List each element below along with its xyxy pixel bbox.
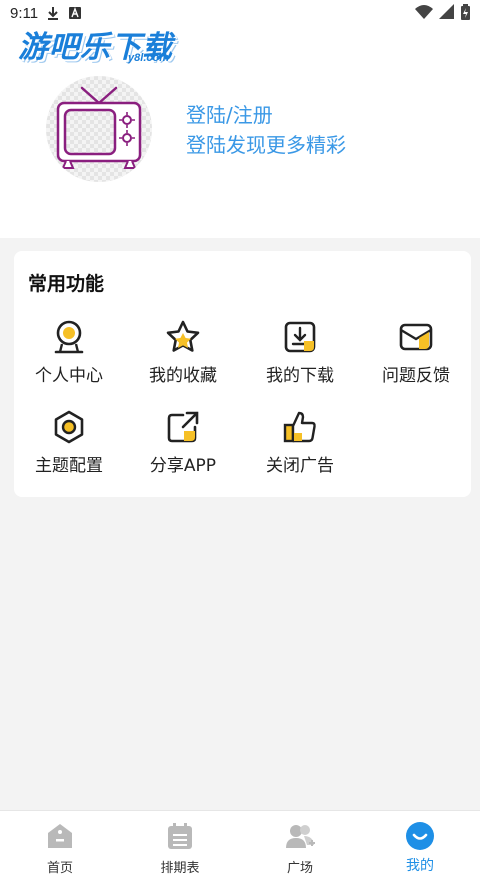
func-label: 分享APP: [149, 456, 217, 476]
func-label: 个人中心: [35, 366, 103, 386]
func-label: 关闭广告: [266, 456, 334, 476]
func-share-app[interactable]: 分享APP: [128, 409, 238, 479]
signal-icon: [439, 4, 455, 24]
func-label: 我的下载: [266, 366, 334, 386]
login-block: 登陆/注册 登陆发现更多精彩: [186, 100, 346, 160]
status-time: 9:11: [10, 4, 39, 22]
nav-label: 广场: [286, 861, 313, 876]
status-right: [415, 4, 470, 24]
profile-smile-icon: [406, 822, 434, 850]
login-tagline[interactable]: 登陆发现更多精彩: [186, 130, 346, 160]
hexagon-theme-icon: [54, 410, 84, 444]
func-feedback[interactable]: 问题反馈: [361, 319, 471, 389]
nav-mine[interactable]: 我的: [360, 811, 480, 879]
user-circle-icon: [54, 320, 84, 354]
func-label: 主题配置: [35, 456, 103, 476]
home-icon: [48, 824, 72, 848]
wifi-icon: [415, 4, 433, 24]
func-label: 问题反馈: [382, 366, 450, 386]
share-icon: [167, 411, 199, 443]
functions-title: 常用功能: [28, 273, 105, 295]
nav-schedule[interactable]: 排期表: [120, 811, 240, 879]
func-theme-config[interactable]: 主题配置: [14, 409, 124, 479]
mail-icon: [399, 323, 433, 351]
battery-icon: [461, 4, 470, 24]
star-icon: [166, 320, 200, 352]
login-register-link[interactable]: 登陆/注册: [186, 100, 346, 130]
functions-card: 常用功能 个人中心 我的收藏 我的下载 问题反馈 主题配置 分享APP 关闭广告: [14, 251, 471, 497]
app-logo: 游吧乐下载 y8l.com: [18, 22, 173, 66]
thumbs-up-icon: [283, 411, 316, 443]
nav-square[interactable]: 广场: [240, 811, 360, 879]
users-icon: [286, 825, 315, 848]
nav-home[interactable]: 首页: [0, 811, 120, 879]
calendar-icon: [168, 823, 192, 849]
func-my-favorites[interactable]: 我的收藏: [128, 319, 238, 389]
nav-label: 首页: [46, 861, 73, 876]
logo-subtext: y8l.com: [128, 52, 169, 64]
nav-label: 排期表: [160, 861, 200, 876]
bottom-nav: 首页 排期表 广场 我的: [0, 810, 480, 879]
download-status-icon: [46, 6, 60, 20]
avatar[interactable]: [46, 76, 152, 182]
func-my-downloads[interactable]: 我的下载: [245, 319, 355, 389]
tv-icon: [46, 76, 152, 182]
keyboard-status-icon: [68, 6, 82, 20]
func-label: 我的收藏: [149, 366, 217, 386]
nav-label: 我的: [406, 858, 434, 874]
func-personal-center[interactable]: 个人中心: [14, 319, 124, 389]
func-close-ads[interactable]: 关闭广告: [245, 409, 355, 479]
download-icon: [284, 321, 316, 353]
